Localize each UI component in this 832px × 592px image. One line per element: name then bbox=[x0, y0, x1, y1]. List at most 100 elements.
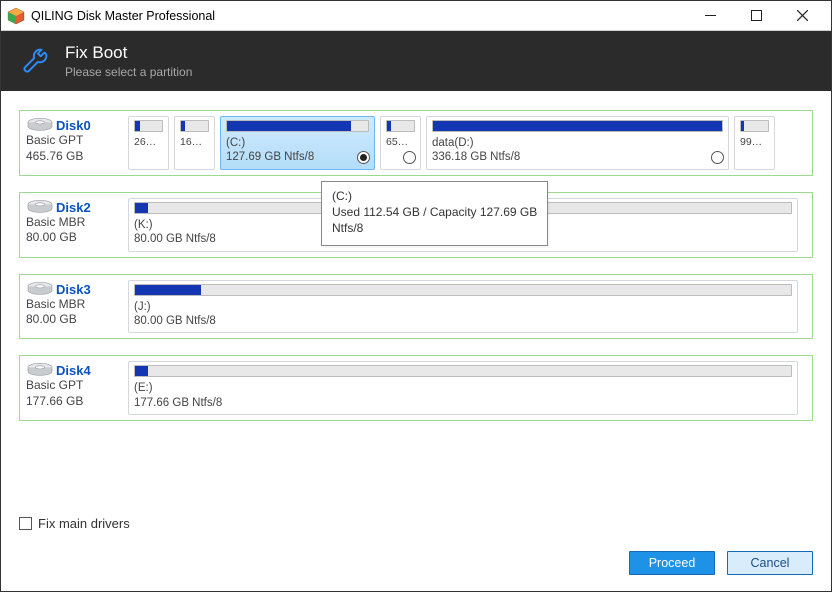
partition-letter: (C:) bbox=[226, 136, 369, 150]
window-title: QILING Disk Master Professional bbox=[31, 9, 215, 23]
partition-letter: (E:) bbox=[134, 381, 792, 395]
disk-info: Disk2Basic MBR80.00 GB bbox=[20, 193, 128, 257]
partition-label: 99… bbox=[740, 136, 769, 149]
usage-bar bbox=[180, 120, 209, 132]
partition-container: (J:)80.00 GB Ntfs/8 bbox=[128, 275, 812, 339]
disk-name: Disk0 bbox=[56, 118, 91, 133]
partition-radio[interactable] bbox=[711, 151, 724, 164]
maximize-icon bbox=[751, 10, 762, 21]
minimize-button[interactable] bbox=[687, 1, 733, 31]
disk-type: Basic GPT bbox=[26, 133, 122, 149]
partition-label: (E:)177.66 GB Ntfs/8 bbox=[134, 381, 792, 410]
partition-label: 16… bbox=[180, 136, 209, 149]
partition[interactable]: 26… bbox=[128, 116, 169, 170]
usage-bar bbox=[226, 120, 369, 132]
disk-info: Disk0Basic GPT465.76 GB bbox=[20, 111, 128, 175]
usage-bar bbox=[432, 120, 723, 132]
disk-type: Basic MBR bbox=[26, 297, 122, 313]
usage-fill bbox=[135, 203, 148, 213]
disk-row: Disk4Basic GPT177.66 GB(E:)177.66 GB Ntf… bbox=[19, 355, 813, 421]
usage-fill bbox=[741, 121, 744, 131]
disk-size: 465.76 GB bbox=[26, 149, 122, 165]
partition-radio[interactable] bbox=[357, 151, 370, 164]
disk-icon bbox=[26, 199, 54, 215]
cancel-button[interactable]: Cancel bbox=[727, 551, 813, 575]
usage-bar bbox=[134, 120, 163, 132]
usage-fill bbox=[387, 121, 391, 131]
fix-main-drivers-checkbox[interactable] bbox=[19, 517, 32, 530]
close-button[interactable] bbox=[779, 1, 825, 31]
button-row: Proceed Cancel bbox=[19, 551, 813, 575]
partition-label: 26… bbox=[134, 136, 163, 149]
close-icon bbox=[797, 10, 808, 21]
disk-row: Disk0Basic GPT465.76 GB 26… 16… (C:)127.69 … bbox=[19, 110, 813, 176]
page-subtitle: Please select a partition bbox=[65, 65, 192, 79]
footer: Fix main drivers Proceed Cancel bbox=[1, 491, 831, 591]
disk-name: Disk3 bbox=[56, 282, 91, 297]
disk-size: 80.00 GB bbox=[26, 230, 122, 246]
disk-size: 177.66 GB bbox=[26, 394, 122, 410]
usage-fill bbox=[433, 121, 722, 131]
fix-main-drivers-row[interactable]: Fix main drivers bbox=[19, 516, 813, 531]
partition-label: (C:)127.69 GB Ntfs/8 bbox=[226, 136, 369, 165]
partition[interactable]: 99… bbox=[734, 116, 775, 170]
usage-bar bbox=[134, 365, 792, 377]
disk-row: Disk3Basic MBR80.00 GB(J:)80.00 GB Ntfs/… bbox=[19, 274, 813, 340]
partition-label: data(D:)336.18 GB Ntfs/8 bbox=[432, 136, 723, 165]
app-window: QILING Disk Master Professional Fix Boot… bbox=[0, 0, 832, 592]
disk-type: Basic MBR bbox=[26, 215, 122, 231]
radio-dot-icon bbox=[360, 154, 367, 161]
tooltip-line: Ntfs/8 bbox=[332, 220, 537, 236]
disk-icon bbox=[26, 117, 54, 133]
partition-radio[interactable] bbox=[403, 151, 416, 164]
disk-type: Basic GPT bbox=[26, 378, 122, 394]
title-bar: QILING Disk Master Professional bbox=[1, 1, 831, 31]
partition-letter: (J:) bbox=[134, 300, 792, 314]
usage-fill bbox=[227, 121, 351, 131]
disk-name: Disk2 bbox=[56, 200, 91, 215]
partition[interactable]: 16… bbox=[174, 116, 215, 170]
wrench-icon bbox=[21, 46, 51, 76]
usage-bar bbox=[386, 120, 415, 132]
tooltip-line: Used 112.54 GB / Capacity 127.69 GB bbox=[332, 204, 537, 220]
disk-icon bbox=[26, 281, 54, 297]
partition-size: 26… bbox=[134, 136, 163, 149]
page-header: Fix Boot Please select a partition bbox=[1, 31, 831, 91]
maximize-button[interactable] bbox=[733, 1, 779, 31]
usage-fill bbox=[135, 285, 201, 295]
disk-icon bbox=[26, 362, 54, 378]
proceed-button[interactable]: Proceed bbox=[629, 551, 715, 575]
partition[interactable]: data(D:)336.18 GB Ntfs/8 bbox=[426, 116, 729, 170]
usage-fill bbox=[181, 121, 185, 131]
fix-main-drivers-label: Fix main drivers bbox=[38, 516, 130, 531]
page-title: Fix Boot bbox=[65, 43, 192, 63]
partition-container: (E:)177.66 GB Ntfs/8 bbox=[128, 356, 812, 420]
app-logo-icon bbox=[7, 7, 25, 25]
disk-list: Disk0Basic GPT465.76 GB26…16…(C:)127.69 … bbox=[1, 100, 831, 531]
partition-size: 127.69 GB Ntfs/8 bbox=[226, 150, 369, 164]
disk-size: 80.00 GB bbox=[26, 312, 122, 328]
disk-info: Disk3Basic MBR80.00 GB bbox=[20, 275, 128, 339]
partition-size: 99… bbox=[740, 136, 769, 149]
partition[interactable]: (E:)177.66 GB Ntfs/8 bbox=[128, 361, 798, 415]
usage-bar bbox=[134, 284, 792, 296]
partition-container: 26… 16… (C:)127.69 GB Ntfs/8 65… data(D:)336… bbox=[128, 111, 812, 175]
partition-tooltip: (C:) Used 112.54 GB / Capacity 127.69 GB… bbox=[321, 181, 548, 246]
partition-size: 16… bbox=[180, 136, 209, 149]
partition-letter: data(D:) bbox=[432, 136, 723, 150]
tooltip-line: (C:) bbox=[332, 188, 537, 204]
partition[interactable]: (C:)127.69 GB Ntfs/8 bbox=[220, 116, 375, 170]
partition[interactable]: (J:)80.00 GB Ntfs/8 bbox=[128, 280, 798, 334]
partition-label: 65… bbox=[386, 136, 415, 149]
disk-name: Disk4 bbox=[56, 363, 91, 378]
usage-bar bbox=[740, 120, 769, 132]
usage-fill bbox=[135, 366, 148, 376]
usage-fill bbox=[135, 121, 140, 131]
proceed-label: Proceed bbox=[649, 556, 696, 570]
partition-size: 336.18 GB Ntfs/8 bbox=[432, 150, 723, 164]
partition[interactable]: 65… bbox=[380, 116, 421, 170]
cancel-label: Cancel bbox=[751, 556, 790, 570]
minimize-icon bbox=[705, 10, 716, 21]
disk-info: Disk4Basic GPT177.66 GB bbox=[20, 356, 128, 420]
partition-size: 80.00 GB Ntfs/8 bbox=[134, 314, 792, 328]
